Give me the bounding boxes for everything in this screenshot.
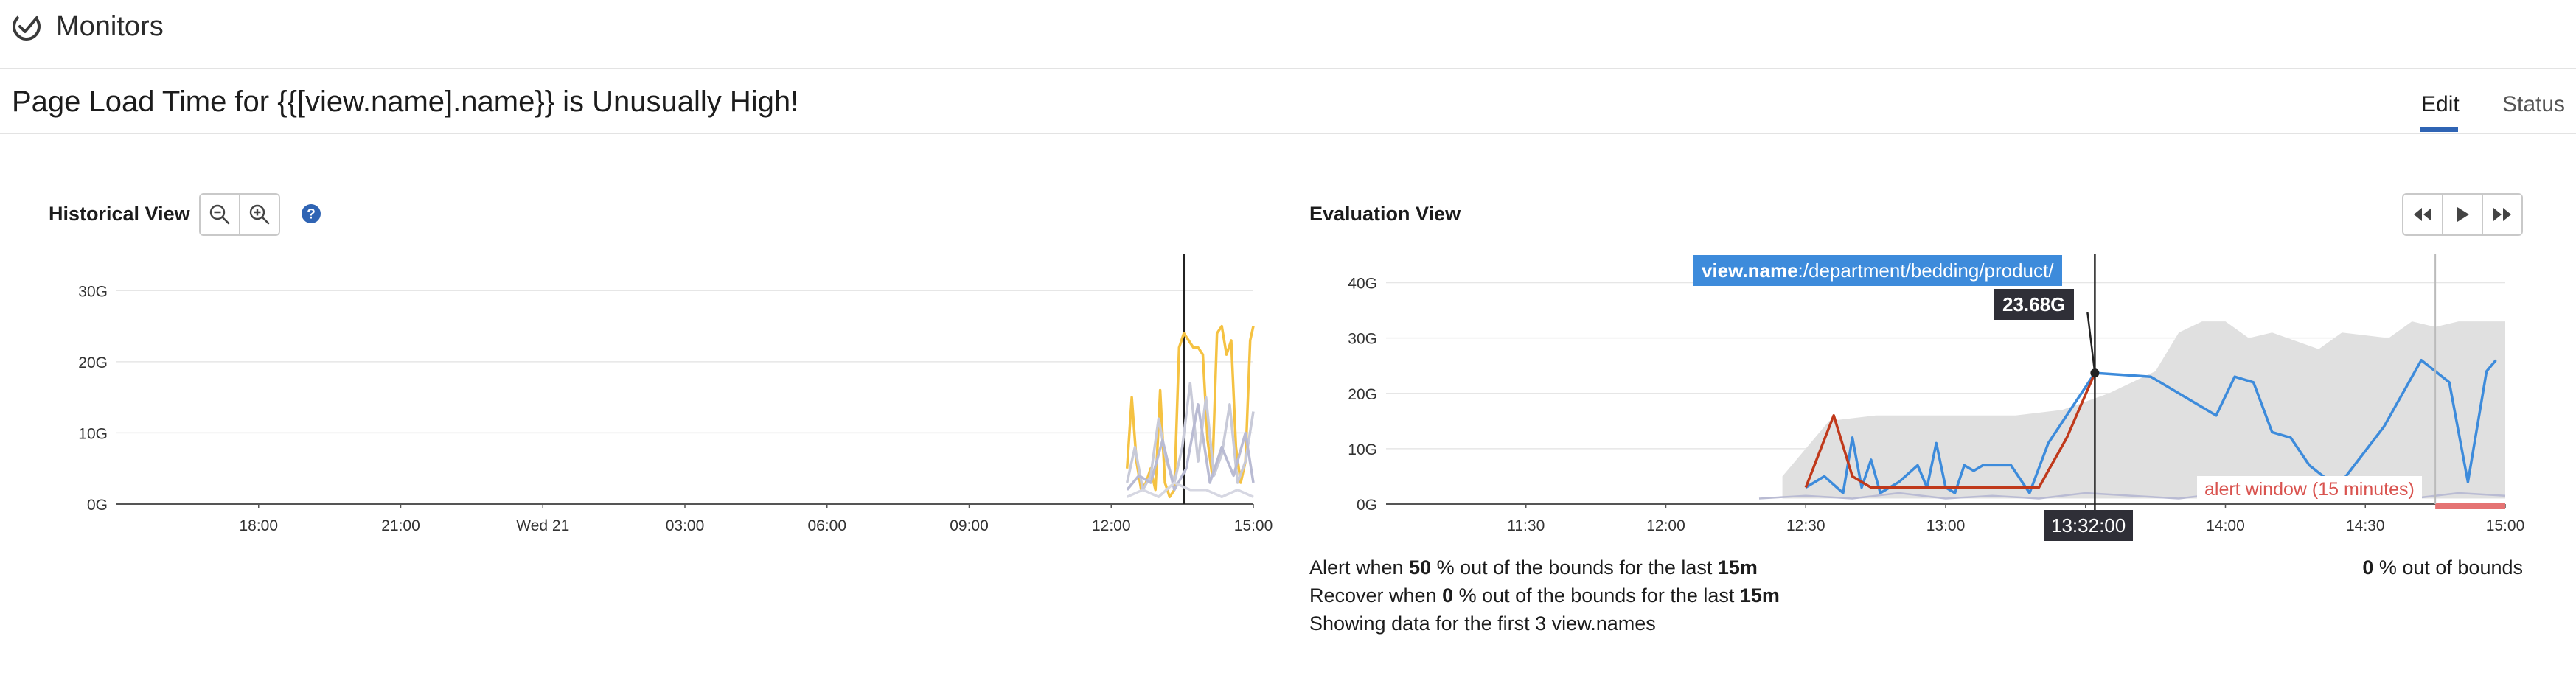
svg-text:?: ?: [307, 207, 316, 223]
hist-x-tick-label: 18:00: [239, 517, 278, 534]
zoom-in-button[interactable]: [239, 195, 279, 234]
alert-condition-text: Alert when 50 % out of the bounds for th…: [1309, 553, 1758, 581]
hist-x-tick-label: Wed 21: [516, 517, 569, 534]
series-tooltip: view.name:/department/bedding/product/: [1693, 255, 2063, 286]
eval-x-tick-label: 12:30: [1786, 517, 1825, 534]
eval-cursor-point: [2090, 368, 2100, 378]
value-tooltip: 23.68G: [1994, 289, 2075, 320]
tab-status[interactable]: Status: [2502, 90, 2565, 119]
recover-condition-text: Recover when 0 % out of the bounds for t…: [1309, 581, 1780, 609]
eval-x-tick-label: 13:00: [1926, 517, 1966, 534]
hist-x-tick-label: 09:00: [950, 517, 989, 534]
hist-x-tick-label: 21:00: [381, 517, 420, 534]
zoom-out-icon: [209, 204, 230, 225]
hist-y-tick-label: 0G: [87, 497, 108, 514]
play-icon: [2457, 207, 2469, 222]
eval-x-tick-label: 12:00: [1646, 517, 1685, 534]
hist-x-tick-label: 06:00: [807, 517, 846, 534]
alert-window: 15m: [1717, 556, 1758, 579]
hist-y-tick-label: 30G: [78, 283, 108, 300]
playback-controls: [2402, 193, 2523, 236]
time-tooltip: 13:32:00: [2044, 510, 2134, 541]
out-of-bounds-value: 0: [2362, 556, 2374, 579]
recover-window: 15m: [1739, 584, 1780, 607]
fast-forward-icon: [2493, 208, 2511, 221]
eval-x-tick-label: 11:30: [1507, 517, 1545, 534]
eval-bounds-band: [1782, 321, 2505, 499]
question-circle-icon[interactable]: ?: [301, 203, 321, 224]
historical-zoom-controls: [199, 193, 280, 236]
alert-window-label: alert window (15 minutes): [2197, 476, 2422, 503]
hist-x-tick-label: 12:00: [1092, 517, 1131, 534]
hist-y-tick-label: 20G: [78, 354, 108, 371]
historical-view-title: Historical View: [49, 203, 190, 225]
fast-forward-button[interactable]: [2482, 195, 2521, 234]
zoom-out-button[interactable]: [201, 195, 239, 234]
eval-y-tick-label: 0G: [1357, 497, 1377, 514]
showing-data-text: Showing data for the first 3 view.names: [1309, 612, 1656, 635]
historical-chart[interactable]: 0G 10G 20G 30G 18:00 21:00 Wed 21 03:00 06:00 09:…: [0, 243, 1283, 538]
eval-tooltip-pointer: [2086, 312, 2096, 374]
monitor-check-icon[interactable]: [9, 9, 44, 44]
eval-y-tick-label: 10G: [1348, 441, 1377, 458]
eval-x-tick-label: 14:00: [2206, 517, 2245, 534]
app-title: Monitors: [56, 11, 164, 42]
page-title: Page Load Time for {{[view.name].name}} …: [12, 85, 799, 118]
series-tooltip-value: :/department/bedding/product/: [1797, 259, 2054, 282]
rewind-icon: [2414, 208, 2431, 221]
alert-middle: % out of the bounds for the last: [1431, 556, 1718, 579]
hist-y-tick-label: 10G: [78, 425, 108, 442]
eval-y-tick-label: 30G: [1348, 331, 1377, 348]
top-bar: [0, 0, 2576, 69]
out-of-bounds-suffix: % out of bounds: [2373, 556, 2523, 579]
rewind-button[interactable]: [2403, 195, 2442, 234]
hist-x-tick-label: 15:00: [1234, 517, 1273, 534]
out-of-bounds-text: 0 % out of bounds: [2362, 553, 2523, 581]
recover-pct: 0: [1442, 584, 1454, 607]
alert-prefix: Alert when: [1309, 556, 1410, 579]
recover-middle: % out of the bounds for the last: [1453, 584, 1740, 607]
evaluation-view-title: Evaluation View: [1309, 203, 1461, 225]
play-button[interactable]: [2442, 195, 2482, 234]
zoom-in-icon: [249, 204, 270, 225]
alert-pct: 50: [1409, 556, 1432, 579]
eval-alert-window-bar: [2435, 503, 2505, 509]
eval-y-tick-label: 20G: [1348, 386, 1377, 403]
series-tooltip-key: view.name: [1702, 259, 1798, 282]
eval-y-tick-label: 40G: [1348, 276, 1377, 293]
hist-x-tick-label: 03:00: [666, 517, 705, 534]
eval-x-tick-label: 15:00: [2486, 517, 2525, 534]
tab-edit-underline: [2420, 127, 2458, 132]
tab-edit[interactable]: Edit: [2421, 90, 2460, 119]
recover-prefix: Recover when: [1309, 584, 1443, 607]
eval-x-tick-label: 14:30: [2346, 517, 2385, 534]
